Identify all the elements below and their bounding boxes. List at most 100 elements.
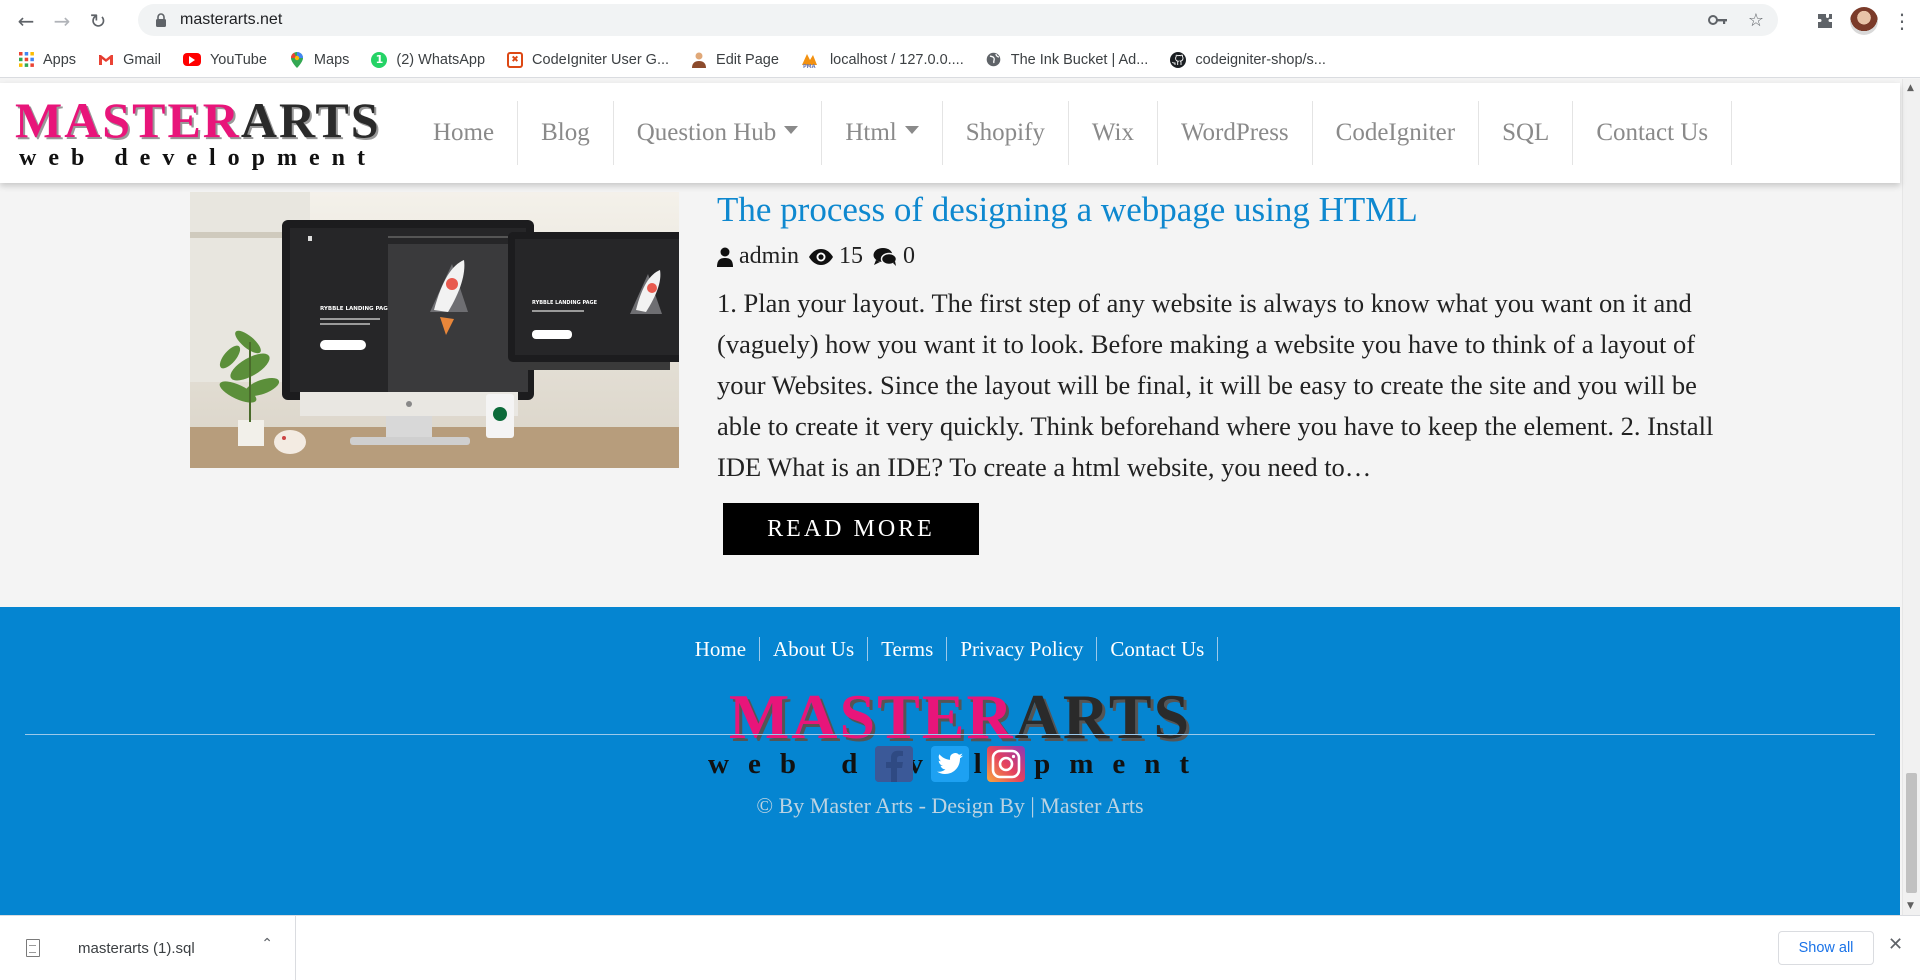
post-author: admin [739,243,799,269]
nav-contact-us[interactable]: Contact Us [1573,101,1733,165]
reload-icon[interactable]: ↻ [80,3,116,39]
post-thumbnail[interactable]: RYBBLE LANDING PAGE RYBBLE LANDING PAGE [190,192,679,468]
nav-label: Shopify [965,119,1045,146]
nav-label: Contact Us [1596,119,1709,146]
twitter-icon[interactable] [931,746,969,782]
logo-wordmark: MASTERARTS [15,93,395,147]
bookmark-ink-bucket[interactable]: The Ink Bucket | Ad... [986,46,1159,74]
bookmark-youtube[interactable]: YouTube [182,46,277,74]
facebook-icon[interactable] [875,746,913,782]
youtube-icon [182,53,201,66]
nav-wordpress[interactable]: WordPress [1158,101,1313,165]
forward-icon[interactable]: → [44,3,80,39]
eye-icon [809,248,833,265]
nav-sql[interactable]: SQL [1479,101,1574,165]
scroll-down-arrow-icon[interactable]: ▼ [1907,901,1914,911]
nav-html[interactable]: Html [822,101,943,165]
bookmark-label: CodeIgniter User G... [532,51,670,68]
nav-label: Blog [541,119,590,146]
nav-label: WordPress [1180,119,1289,146]
apps-grid-icon [18,52,34,68]
post-excerpt: 1. Plan your layout. The first step of a… [717,288,1714,482]
extensions-puzzle-icon[interactable] [1814,10,1836,32]
download-shelf: masterarts (1).sql ⌃ Show all ✕ [0,915,1920,980]
read-more-button[interactable]: READ MORE [723,503,979,555]
lock-icon [152,11,170,29]
scroll-up-arrow-icon[interactable]: ▲ [1907,83,1914,93]
footer-link-about[interactable]: About Us [760,637,869,661]
caret-down-icon [784,126,799,134]
svg-text:PMA: PMA [803,64,816,68]
bookmark-apps[interactable]: Apps [18,46,86,74]
download-item[interactable]: masterarts (1).sql ⌃ [0,916,296,980]
bookmark-label: Edit Page [716,51,779,68]
download-filename: masterarts (1).sql [78,939,195,957]
user-icon [717,247,733,267]
instagram-icon[interactable] [987,746,1025,782]
person-icon [691,52,707,68]
main-navigation: Home Blog Question Hub Html Shopify Wix … [410,101,1733,165]
nav-label: Question Hub [636,119,777,146]
nav-label: Wix [1091,119,1134,146]
bookmark-star-icon[interactable]: ☆ [1748,10,1764,31]
bookmark-label: The Ink Bucket | Ad... [1010,51,1149,68]
post-title-link[interactable]: The process of designing a webpage using… [717,190,1418,230]
caret-down-icon [904,126,919,134]
file-icon [26,939,40,957]
bookmark-label: YouTube [209,51,267,68]
nav-label: CodeIgniter [1335,119,1456,146]
logo-part1: MASTER [728,681,1015,752]
globe-icon [986,52,1002,68]
comments-icon [873,247,897,267]
bookmark-gmail[interactable]: Gmail [98,46,171,74]
back-icon[interactable]: ← [8,3,44,39]
copyright-text: © By Master Arts - Design By | Master Ar… [756,793,1144,818]
nav-blog[interactable]: Blog [518,101,614,165]
site-header: MASTERARTS web development Home Blog Que… [0,83,1900,183]
footer-link-terms[interactable]: Terms [868,637,948,661]
footer-link-contact[interactable]: Contact Us [1097,637,1219,661]
bookmark-label: (2) WhatsApp [396,51,486,68]
site-logo[interactable]: MASTERARTS web development [15,93,395,173]
post-meta: admin 15 0 [717,243,915,270]
bookmark-label: Maps [313,51,350,68]
nav-wix[interactable]: Wix [1069,101,1158,165]
profile-avatar[interactable] [1850,7,1878,35]
footer-link-home[interactable]: Home [682,637,761,661]
bookmark-maps[interactable]: Maps [289,46,359,74]
nav-home[interactable]: Home [410,101,519,165]
bookmark-edit-page[interactable]: Edit Page [691,46,789,74]
logo-part2: ARTS [240,92,381,148]
page-scrollbar[interactable]: ▲ ▼ [1902,79,1920,915]
bookmark-phpmyadmin[interactable]: PMA localhost / 127.0.0.... [801,46,974,74]
bookmark-codeigniter[interactable]: ✖ CodeIgniter User G... [507,46,679,74]
bookmark-label: Gmail [123,51,161,68]
thumb-screen-text: RYBBLE LANDING PAGE [320,306,392,312]
gmail-icon [98,52,114,68]
nav-label: SQL [1502,119,1550,146]
page-viewport: RYBBLE LANDING PAGE RYBBLE LANDING PAGE … [0,79,1920,915]
bookmark-github[interactable]: codeigniter-shop/s... [1170,46,1336,74]
nav-label: Home [433,119,495,146]
nav-codeigniter[interactable]: CodeIgniter [1313,101,1480,165]
key-icon[interactable] [1707,10,1728,31]
site-footer: Home About Us Terms Privacy Policy Conta… [0,607,1900,915]
github-icon [1170,51,1187,68]
chevron-up-icon[interactable]: ⌃ [261,936,273,952]
bookmark-label: codeigniter-shop/s... [1195,51,1326,68]
footer-divider [25,734,1875,735]
nav-question-hub[interactable]: Question Hub [614,101,823,165]
logo-part2: ARTS [1014,681,1192,752]
close-icon[interactable]: ✕ [1888,934,1903,955]
footer-link-privacy[interactable]: Privacy Policy [947,637,1098,661]
address-bar[interactable]: masterarts.net ☆ [138,4,1778,36]
whatsapp-icon: 1 [371,51,388,68]
post-comments-count: 0 [903,243,915,269]
footer-logo-wordmark: MASTERARTS [700,683,1220,751]
show-all-downloads-button[interactable]: Show all [1778,931,1874,965]
logo-tagline: web development [19,145,377,171]
nav-shopify[interactable]: Shopify [943,101,1069,165]
menu-kebab-icon[interactable]: ⋮ [1892,9,1912,33]
scrollbar-thumb[interactable] [1906,773,1917,893]
bookmark-whatsapp[interactable]: 1 (2) WhatsApp [371,46,495,74]
